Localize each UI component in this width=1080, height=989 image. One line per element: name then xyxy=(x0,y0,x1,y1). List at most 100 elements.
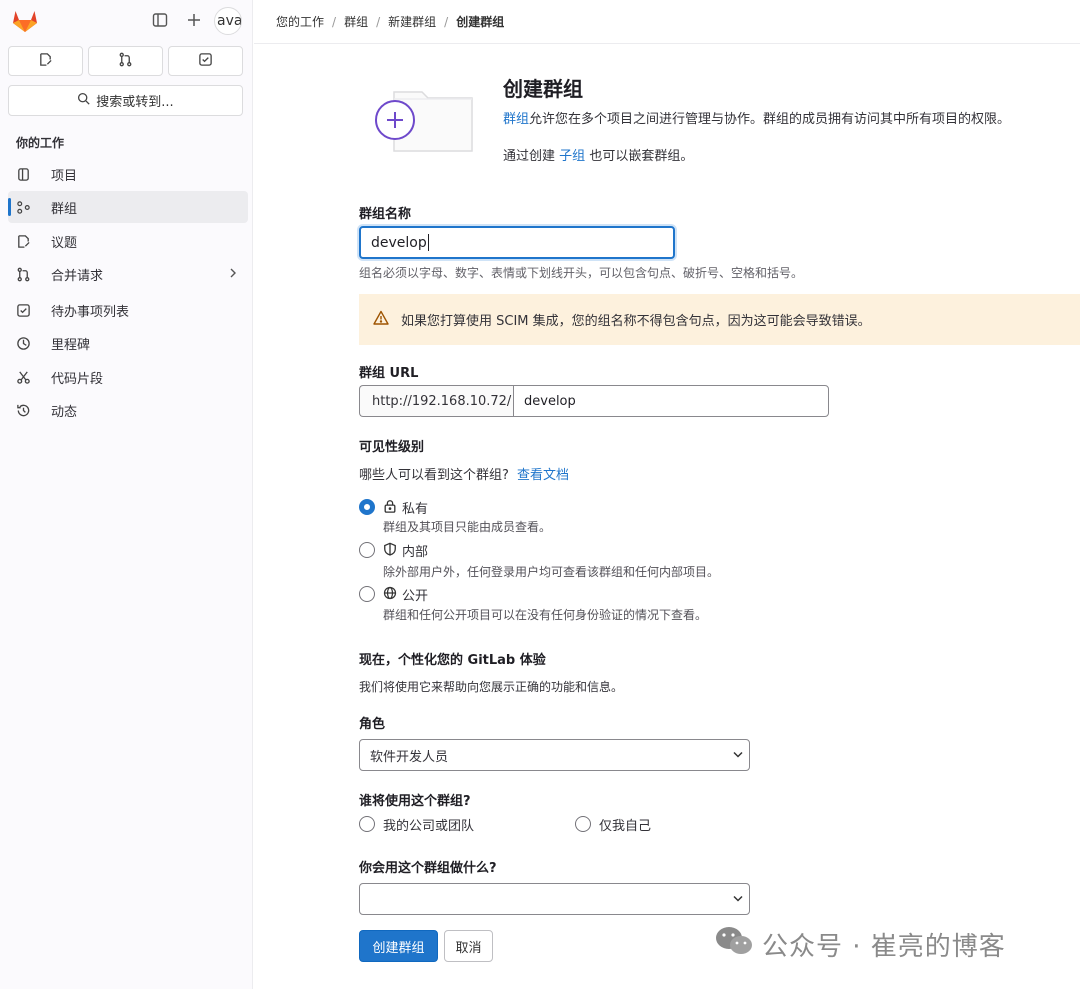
create-group-button[interactable]: 创建群组 xyxy=(359,930,438,962)
sidebar-item-merge-requests[interactable]: 合并请求 xyxy=(8,258,248,290)
scim-warning-text: 如果您打算使用 SCIM 集成，您的组名称不得包含句点，因为这可能会导致错误。 xyxy=(401,314,871,329)
visibility-internal-label: 内部 xyxy=(402,545,429,560)
merge-request-icon xyxy=(118,52,133,71)
visibility-doc-link[interactable]: 查看文档 xyxy=(517,468,569,483)
sidebar-toggle-icon[interactable] xyxy=(152,12,168,32)
breadcrumb: 您的工作 / 群组 / 新建群组 / 创建群组 xyxy=(254,0,1080,44)
subgroup-note-suffix: 也可以嵌套群组。 xyxy=(589,149,694,164)
search-label: 搜索或转到... xyxy=(96,95,174,110)
sidebar-header: ava xyxy=(0,0,253,42)
visibility-internal-radio[interactable] xyxy=(359,542,375,558)
gitlab-logo-icon[interactable] xyxy=(12,9,38,37)
scissors-icon xyxy=(16,370,36,385)
group-url-value: develop xyxy=(524,393,576,409)
group-icon xyxy=(16,200,36,215)
group-name-value: develop xyxy=(371,234,427,251)
chevron-down-icon xyxy=(733,892,743,907)
visibility-label: 可见性级别 xyxy=(359,440,425,455)
sidebar-item-issues[interactable]: 议题 xyxy=(8,225,248,257)
breadcrumb-separator: / xyxy=(376,14,381,29)
personalize-title: 现在，个性化您的 GitLab 体验 xyxy=(359,653,546,668)
issues-quick-button[interactable] xyxy=(8,46,83,76)
text-cursor xyxy=(427,234,429,251)
who-just-me-label[interactable]: 仅我自己 xyxy=(599,815,651,834)
globe-icon xyxy=(383,586,397,604)
breadcrumb-groups[interactable]: 群组 xyxy=(344,13,368,30)
groups-doc-link[interactable]: 群组 xyxy=(503,112,529,127)
group-url-label: 群组 URL xyxy=(359,366,419,381)
breadcrumb-separator: / xyxy=(332,14,337,29)
who-company-label[interactable]: 我的公司或团队 xyxy=(383,815,474,834)
role-select[interactable]: 软件开发人员 xyxy=(359,739,750,771)
sidebar-item-snippets[interactable]: 代码片段 xyxy=(8,361,248,393)
breadcrumb-current[interactable]: 创建群组 xyxy=(456,13,504,30)
todo-icon xyxy=(16,303,36,318)
who-label: 谁将使用这个群组? xyxy=(359,794,471,809)
warning-icon xyxy=(373,310,389,329)
group-url-prefix: http://192.168.10.72/ xyxy=(359,385,514,417)
cancel-button[interactable]: 取消 xyxy=(444,930,493,962)
sidebar-item-todos[interactable]: 待办事项列表 xyxy=(8,294,248,326)
visibility-internal-option[interactable]: 内部 xyxy=(383,541,428,560)
issues-icon xyxy=(16,234,36,249)
visibility-public-desc: 群组和任何公开项目可以在没有任何身份验证的情况下查看。 xyxy=(383,608,708,622)
clock-icon xyxy=(16,336,36,351)
sidebar-item-label: 合并请求 xyxy=(51,268,104,284)
subgroup-note-prefix: 通过创建 xyxy=(503,149,556,164)
visibility-private-radio[interactable] xyxy=(359,499,375,515)
merge-request-icon xyxy=(16,267,36,282)
chevron-down-icon xyxy=(733,748,743,763)
search-button[interactable]: 搜索或转到... xyxy=(8,85,243,116)
visibility-question: 哪些人可以看到这个群组? 查看文档 xyxy=(359,464,569,483)
lock-icon xyxy=(383,499,397,517)
sidebar-item-groups[interactable]: 群组 xyxy=(8,191,248,223)
who-just-me-radio[interactable] xyxy=(575,816,591,832)
visibility-question-text: 哪些人可以看到这个群组? xyxy=(359,468,509,483)
sidebar-item-label: 待办事项列表 xyxy=(51,304,130,320)
main-content: 创建群组 群组允许您在多个项目之间进行管理与协作。群组的成员拥有访问其中所有项目… xyxy=(254,45,1080,989)
subgroup-note: 通过创建 子组 也可以嵌套群组。 xyxy=(503,145,693,164)
sidebar-item-label: 项目 xyxy=(51,168,78,184)
subgroup-link[interactable]: 子组 xyxy=(559,149,585,164)
page-title: 创建群组 xyxy=(503,77,583,101)
sidebar-item-activity[interactable]: 动态 xyxy=(8,394,248,426)
visibility-public-radio[interactable] xyxy=(359,586,375,602)
role-select-value: 软件开发人员 xyxy=(370,749,449,765)
sidebar-item-label: 动态 xyxy=(51,404,78,420)
intro-description-text: 允许您在多个项目之间进行管理与协作。群组的成员拥有访问其中所有项目的权限。 xyxy=(529,112,1011,127)
todos-quick-button[interactable] xyxy=(168,46,243,76)
visibility-private-option[interactable]: 私有 xyxy=(383,498,428,517)
visibility-internal-desc: 除外部用户外，任何登录用户均可查看该群组和任何内部项目。 xyxy=(383,565,720,579)
wechat-watermark: 公众号 · 崔亮的博客 xyxy=(714,925,1006,964)
folder-plus-illustration-icon xyxy=(372,87,476,161)
sidebar-item-label: 群组 xyxy=(51,201,78,217)
sidebar-item-milestones[interactable]: 里程碑 xyxy=(8,327,248,359)
sidebar-section-title: 你的工作 xyxy=(16,136,65,150)
sidebar-item-projects[interactable]: 项目 xyxy=(8,158,248,190)
intro-description: 群组允许您在多个项目之间进行管理与协作。群组的成员拥有访问其中所有项目的权限。 xyxy=(503,108,1010,127)
history-icon xyxy=(16,403,36,418)
who-company-radio[interactable] xyxy=(359,816,375,832)
group-name-help: 组名必须以字母、数字、表情或下划线开头，可以包含句点、破折号、空格和括号。 xyxy=(359,266,804,280)
visibility-private-desc: 群组及其项目只能由成员查看。 xyxy=(383,520,552,534)
sidebar-item-label: 议题 xyxy=(51,235,78,251)
breadcrumb-separator: / xyxy=(444,14,449,29)
merge-requests-quick-button[interactable] xyxy=(88,46,163,76)
search-icon xyxy=(77,92,90,109)
project-icon xyxy=(16,167,36,182)
sidebar-item-label: 代码片段 xyxy=(51,371,104,387)
wechat-icon xyxy=(714,925,754,964)
breadcrumb-your-work[interactable]: 您的工作 xyxy=(276,13,324,30)
scim-warning-alert: 如果您打算使用 SCIM 集成，您的组名称不得包含句点，因为这可能会导致错误。 xyxy=(359,294,1080,345)
group-name-input[interactable]: develop xyxy=(359,226,675,259)
group-url-input[interactable]: develop xyxy=(513,385,829,417)
plus-icon[interactable] xyxy=(186,12,202,32)
role-label: 角色 xyxy=(359,717,386,732)
visibility-public-option[interactable]: 公开 xyxy=(383,585,428,604)
issues-icon xyxy=(38,52,53,71)
breadcrumb-new-group[interactable]: 新建群组 xyxy=(388,13,436,30)
visibility-private-label: 私有 xyxy=(402,502,429,517)
purpose-select[interactable] xyxy=(359,883,750,915)
group-name-label: 群组名称 xyxy=(359,207,412,222)
avatar[interactable]: ava xyxy=(214,7,242,35)
